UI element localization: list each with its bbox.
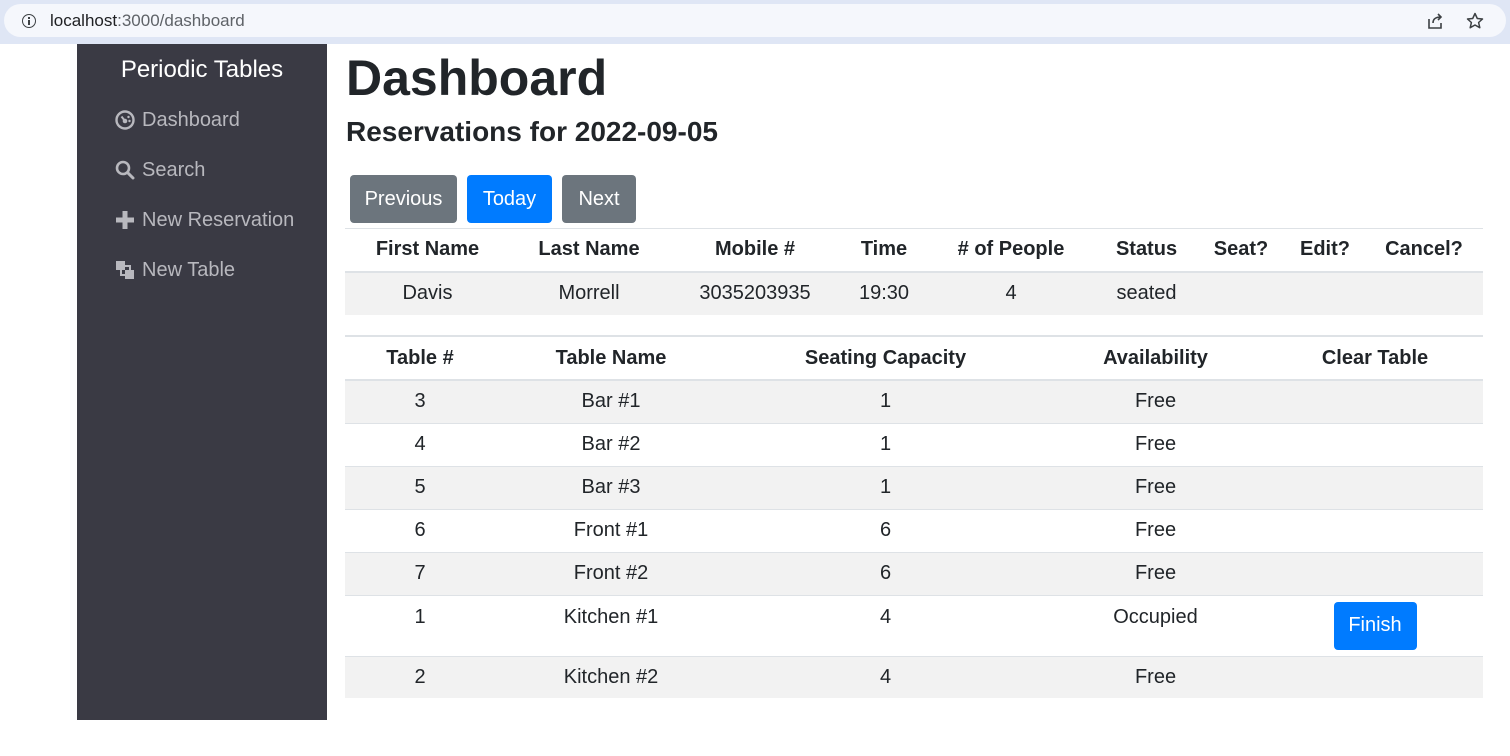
sidebar-item-search[interactable]: Search — [115, 155, 205, 185]
column-header: Clear Table — [1321, 346, 1429, 369]
table-name-cell: Front #1 — [573, 519, 649, 541]
column-header: Table Name — [555, 346, 667, 369]
availability-cell: Free — [1134, 665, 1177, 688]
column-header: Table # — [386, 346, 454, 369]
column-header: First Name — [375, 238, 480, 261]
column-header: Status — [1115, 238, 1178, 261]
today-button[interactable]: Today — [467, 175, 552, 223]
capacity-cell: 6 — [879, 562, 892, 584]
capacity-cell: 1 — [879, 390, 892, 413]
table-row: 6 Front #1 6 Free — [345, 509, 1483, 552]
clear-table-cell — [1267, 656, 1483, 698]
table-icon — [116, 261, 134, 279]
search-icon — [115, 160, 135, 180]
plus-icon — [116, 211, 134, 229]
page-title: Dashboard — [346, 50, 608, 106]
table-name-cell: Bar #2 — [581, 433, 641, 455]
column-header: Edit? — [1300, 238, 1350, 261]
last-name-cell: Morrell — [558, 282, 620, 304]
table-number-cell: 5 — [414, 476, 426, 498]
capacity-cell: 4 — [879, 605, 892, 628]
clear-table-cell — [1267, 552, 1483, 595]
column-header: Last Name — [538, 238, 640, 261]
next-button[interactable]: Next — [562, 175, 636, 223]
tables-table: Table # Table Name Seating Capacity Avai… — [345, 335, 1483, 698]
reservations-table: First Name Last Name Mobile # Time # of … — [345, 228, 1483, 315]
clear-table-cell — [1267, 423, 1483, 466]
column-header: Mobile # — [714, 238, 795, 261]
sidebar-item-new-table[interactable]: New Table — [115, 255, 235, 285]
clear-table-cell — [1267, 380, 1483, 423]
table-number-cell: 6 — [414, 519, 426, 541]
previous-button[interactable]: Previous — [350, 175, 457, 223]
clear-table-cell — [1267, 466, 1483, 509]
table-row: 5 Bar #3 1 Free — [345, 466, 1483, 509]
table-row: 2 Kitchen #2 4 Free — [345, 656, 1483, 698]
table-row: 3 Bar #1 1 Free — [345, 380, 1483, 423]
availability-cell: Free — [1134, 433, 1177, 455]
availability-cell: Free — [1134, 390, 1177, 413]
sidebar-item-label: New Table — [142, 258, 236, 281]
column-header: Seat? — [1213, 238, 1269, 261]
column-header: Time — [860, 238, 908, 261]
people-cell: 4 — [1005, 282, 1017, 304]
capacity-cell: 1 — [879, 433, 892, 455]
table-header-row: Table # Table Name Seating Capacity Avai… — [345, 336, 1483, 380]
share-icon[interactable] — [1426, 12, 1444, 30]
finish-button[interactable]: Finish — [1333, 601, 1417, 650]
bookmark-star-icon[interactable] — [1466, 12, 1484, 30]
first-name-cell: Davis — [402, 282, 453, 304]
availability-cell: Free — [1134, 562, 1177, 584]
table-header-row: First Name Last Name Mobile # Time # of … — [345, 229, 1483, 272]
capacity-cell: 6 — [879, 519, 892, 541]
cancel-cell — [1365, 272, 1483, 315]
sidebar-item-new-reservation[interactable]: New Reservation — [115, 205, 294, 235]
column-header: Cancel? — [1385, 238, 1463, 261]
table-number-cell: 4 — [414, 433, 426, 455]
column-header: # of People — [957, 238, 1065, 261]
time-cell: 19:30 — [858, 282, 910, 304]
address-bar[interactable]: localhost:3000/dashboard — [4, 4, 1506, 37]
table-row: 4 Bar #2 1 Free — [345, 423, 1483, 466]
sidebar-item-label: New Reservation — [142, 208, 295, 231]
table-name-cell: Bar #1 — [581, 390, 641, 413]
availability-cell: Free — [1134, 476, 1177, 498]
url-text[interactable]: localhost:3000/dashboard — [50, 11, 245, 31]
capacity-cell: 1 — [879, 476, 892, 498]
sidebar-item-label: Dashboard — [142, 108, 240, 131]
brand-title[interactable]: Periodic Tables — [77, 56, 327, 84]
status-cell: seated — [1116, 282, 1177, 304]
availability-cell: Free — [1134, 519, 1177, 541]
capacity-cell: 4 — [879, 665, 892, 688]
availability-cell: Occupied — [1113, 605, 1198, 628]
info-icon[interactable] — [22, 14, 36, 28]
table-name-cell: Front #2 — [573, 562, 649, 584]
table-number-cell: 3 — [414, 390, 426, 413]
edit-cell — [1285, 272, 1365, 315]
column-header: Availability — [1103, 346, 1208, 369]
url-host: localhost — [50, 11, 118, 30]
sidebar-item-dashboard[interactable]: Dashboard — [115, 105, 240, 135]
table-number-cell: 1 — [414, 605, 426, 628]
table-number-cell: 7 — [414, 562, 426, 584]
table-name-cell: Kitchen #2 — [563, 665, 659, 688]
table-row: 1 Kitchen #1 4 Occupied Finish — [345, 595, 1483, 656]
browser-toolbar: localhost:3000/dashboard — [0, 0, 1510, 44]
reservations-date-heading: Reservations for 2022-09-05 — [346, 116, 718, 147]
url-path: :3000/dashboard — [117, 11, 245, 30]
mobile-cell: 3035203935 — [699, 282, 811, 304]
table-row: 7 Front #2 6 Free — [345, 552, 1483, 595]
sidebar-item-label: Search — [142, 158, 206, 181]
table-row: Davis Morrell 3035203935 19:30 4 seated — [345, 271, 1483, 315]
sidebar: Periodic Tables Dashboard Search New Res… — [77, 44, 327, 720]
clear-table-cell — [1267, 509, 1483, 552]
table-number-cell: 2 — [414, 665, 426, 688]
seat-cell — [1197, 272, 1285, 315]
clear-table-cell: Finish — [1267, 595, 1483, 656]
table-name-cell: Kitchen #1 — [563, 605, 659, 628]
dashboard-icon — [115, 110, 135, 130]
table-name-cell: Bar #3 — [581, 476, 641, 498]
column-header: Seating Capacity — [804, 346, 967, 369]
